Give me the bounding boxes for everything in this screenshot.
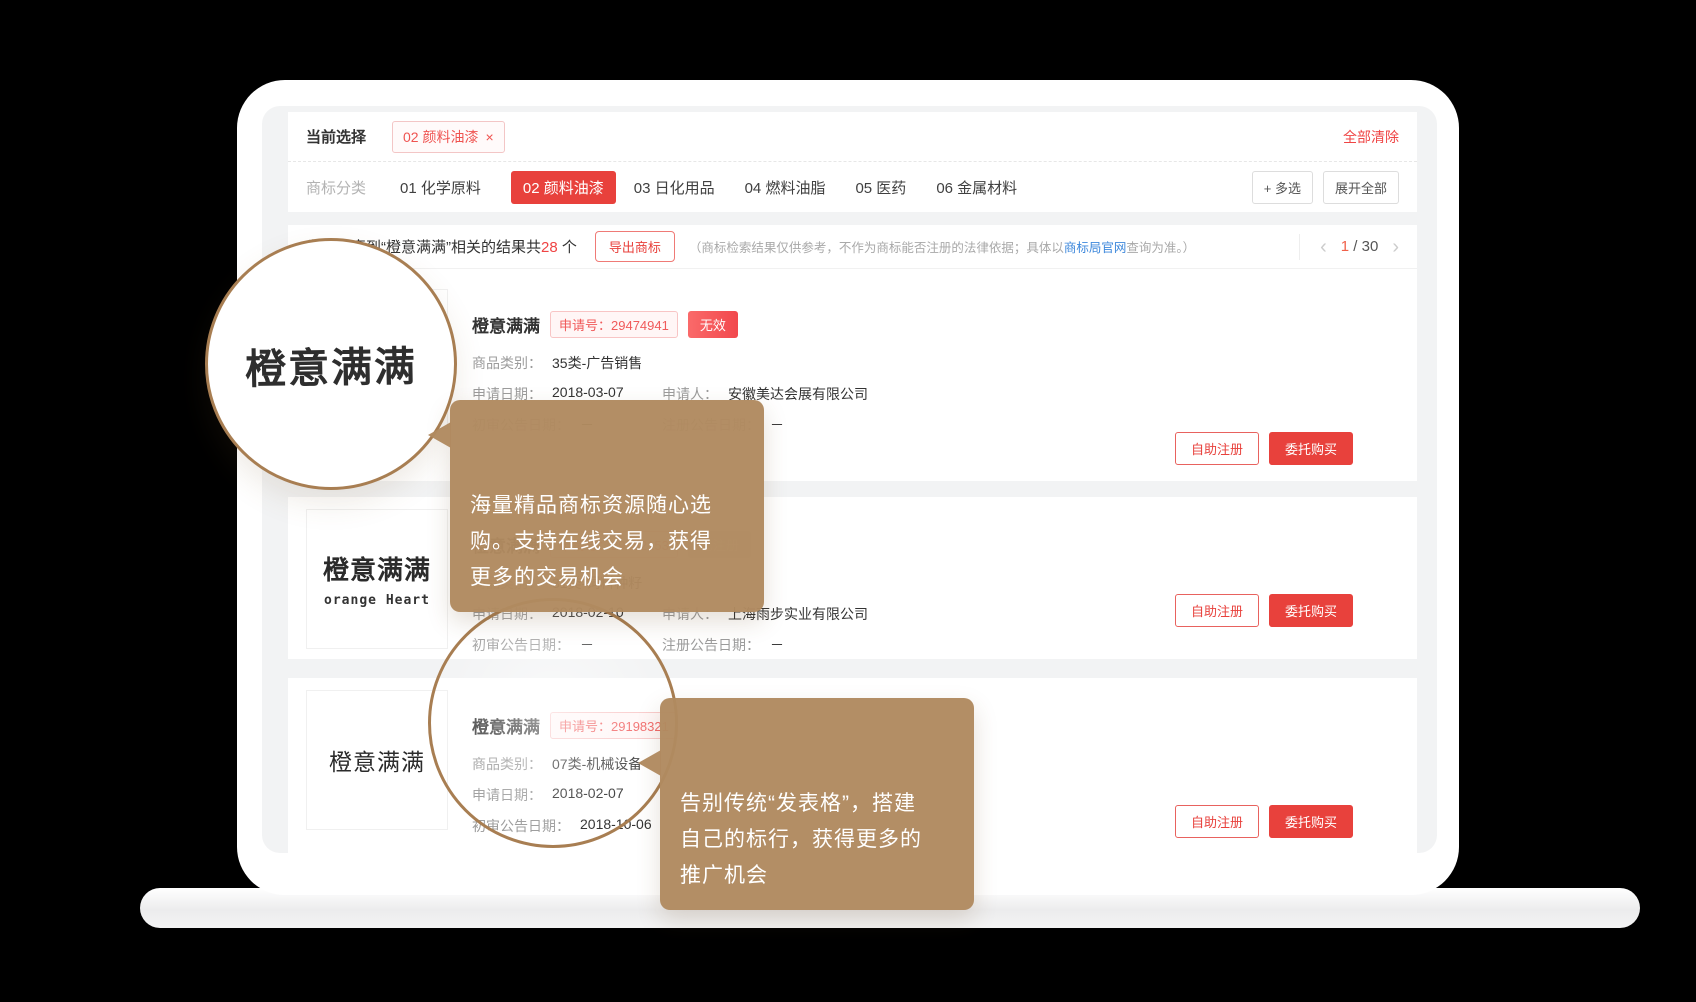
tooltip-promotion-text: 告别传统“发表格”，搭建 自己的标行，获得更多的 推广机会 — [680, 792, 922, 887]
expand-all-button[interactable]: 展开全部 — [1323, 171, 1399, 204]
field-value: － — [770, 635, 784, 655]
clear-all-button[interactable]: 全部清除 — [1343, 127, 1399, 147]
filter-panel: 当前选择 02 颜料油漆 × 全部清除 商标分类 01 化学原料 02 颜料油漆… — [288, 112, 1417, 212]
category-item-05[interactable]: 05 医药 — [855, 177, 906, 198]
tooltip-arrow-left-icon — [428, 422, 451, 448]
chevron-right-icon[interactable]: › — [1388, 237, 1403, 257]
export-trademarks-button[interactable]: 导出商标 — [595, 231, 675, 262]
trademark-name[interactable]: 橙意满满 — [472, 312, 540, 337]
disclaimer-text-2: 查询为准。） — [1126, 241, 1195, 255]
magnified-trademark-text: 橙意满满 — [244, 333, 417, 396]
trademark-image-3: 橙意满满 — [306, 690, 448, 830]
row-actions-3: 自助注册 委托购买 — [1175, 805, 1353, 838]
row-actions-2: 自助注册 委托购买 — [1175, 594, 1353, 627]
tooltip-promotion: 告别传统“发表格”，搭建 自己的标行，获得更多的 推广机会 — [660, 698, 974, 910]
self-register-button[interactable]: 自助注册 — [1175, 432, 1259, 465]
multi-select-button[interactable]: + 多选 — [1252, 171, 1313, 204]
category-item-02-selected[interactable]: 02 颜料油漆 — [511, 171, 616, 204]
trademark-image-text: 橙意满满 — [329, 743, 425, 777]
category-item-01[interactable]: 01 化学原料 — [400, 177, 481, 198]
trademark-image-text: 橙意满满 — [323, 550, 431, 587]
category-item-04[interactable]: 04 燃料油脂 — [745, 177, 826, 198]
tooltip-arrow-left-icon — [638, 750, 661, 776]
disclaimer-text-1: （商标检索结果仅供参考，不作为商标能否注册的法律依据；具体以 — [689, 241, 1064, 255]
status-badge-invalid: 无效 — [688, 311, 738, 338]
entrust-purchase-button[interactable]: 委托购买 — [1269, 805, 1353, 838]
category-item-03[interactable]: 03 日化用品 — [634, 177, 715, 198]
results-header: 为您检索到“橙意满满”相关的结果共28 个 导出商标 （商标检索结果仅供参考，不… — [288, 225, 1417, 269]
category-row-label: 商标分类 — [306, 177, 366, 198]
chevron-left-icon[interactable]: ‹ — [1316, 237, 1331, 257]
row-actions-1: 自助注册 委托购买 — [1175, 432, 1353, 465]
current-selection-label: 当前选择 — [306, 126, 366, 147]
self-register-button[interactable]: 自助注册 — [1175, 805, 1259, 838]
page-background: 当前选择 02 颜料油漆 × 全部清除 商标分类 01 化学原料 02 颜料油漆… — [0, 0, 1696, 1002]
tooltip-marketplace-text: 海量精品商标资源随心选 购。支持在线交易，获得 更多的交易机会 — [470, 494, 712, 589]
self-register-button[interactable]: 自助注册 — [1175, 594, 1259, 627]
entrust-purchase-button[interactable]: 委托购买 — [1269, 594, 1353, 627]
results-count: 28 — [541, 239, 558, 256]
application-number-badge: 申请号：29474941 — [550, 311, 678, 338]
total-pages: 30 — [1362, 238, 1379, 255]
current-selection-row: 当前选择 02 颜料油漆 × 全部清除 — [288, 112, 1417, 162]
entrust-purchase-button[interactable]: 委托购买 — [1269, 432, 1353, 465]
field-value: 35类-广告销售 — [552, 353, 642, 373]
close-icon[interactable]: × — [485, 130, 493, 144]
page-separator: / — [1353, 238, 1357, 255]
field-label: 商品类别： — [472, 353, 542, 373]
trademark-image-subtext: orange Heart — [324, 593, 430, 608]
tooltip-marketplace: 海量精品商标资源随心选 购。支持在线交易，获得 更多的交易机会 — [450, 400, 764, 612]
field-value: － — [770, 415, 784, 435]
selected-filter-tag[interactable]: 02 颜料油漆 × — [392, 121, 505, 153]
magnifier-lens-1: 橙意满满 — [205, 238, 457, 490]
category-tools: + 多选 展开全部 — [1252, 171, 1399, 204]
trademark-image-2: 橙意满满 orange Heart — [306, 509, 448, 649]
category-item-06[interactable]: 06 金属材料 — [936, 177, 1017, 198]
trademark-office-link[interactable]: 商标局官网 — [1064, 241, 1127, 255]
results-summary-suffix: 个 — [558, 239, 577, 256]
page-indicator: 1 / 30 — [1341, 238, 1379, 255]
field-label: 注册公告日期： — [662, 635, 760, 655]
application-number-label: 申请号： — [559, 318, 611, 333]
application-number-value: 29474941 — [611, 318, 669, 333]
category-row: 商标分类 01 化学原料 02 颜料油漆 03 日化用品 04 燃料油脂 05 … — [288, 162, 1417, 212]
current-page: 1 — [1341, 238, 1349, 255]
results-disclaimer: （商标检索结果仅供参考，不作为商标能否注册的法律依据；具体以商标局官网查询为准。… — [689, 237, 1195, 256]
pagination: ‹ 1 / 30 › — [1299, 234, 1403, 260]
selected-filter-tag-label: 02 颜料油漆 — [403, 127, 478, 147]
magnifier-lens-2 — [428, 598, 678, 848]
